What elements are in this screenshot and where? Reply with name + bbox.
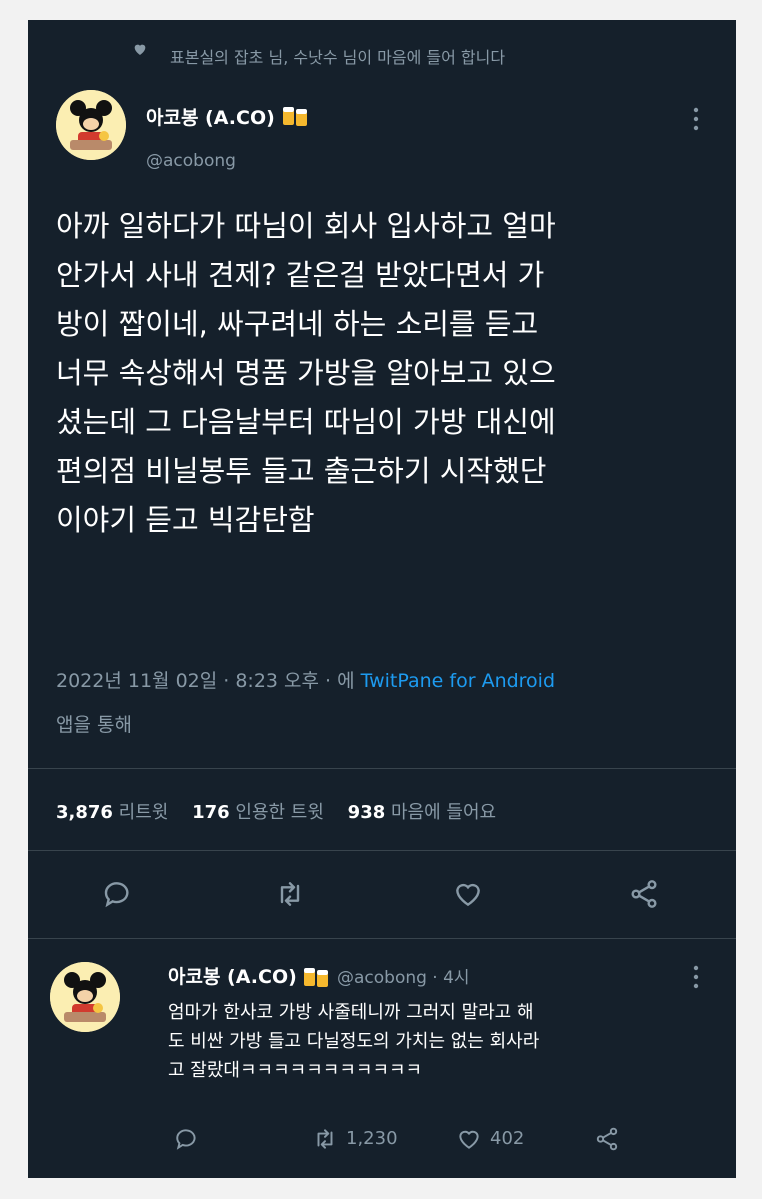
beer-icon — [302, 965, 332, 993]
reply-line: 도 비싼 가방 들고 다닐정도의 가치는 없는 회사라 — [168, 1031, 540, 1052]
reply-more-icon[interactable] — [691, 964, 701, 990]
reply-body: 엄마가 한사코 가방 사줄테니까 그러지 말라고 해 도 비싼 가방 들고 다닐… — [168, 998, 539, 1085]
reply-handle-time[interactable]: @acobong · 4시 — [337, 968, 470, 988]
tweet-stats: 3,876 리트윗 176 인용한 트윗 938 마음에 들어요 — [56, 798, 514, 824]
reply-icon[interactable] — [102, 878, 134, 910]
share-icon[interactable] — [628, 878, 660, 910]
avatar[interactable] — [56, 90, 126, 160]
tweet-line: 너무 속상해서 명품 가방을 알아보고 있으 — [56, 356, 556, 390]
more-icon[interactable] — [691, 106, 701, 132]
reply-reply-icon[interactable] — [174, 1126, 200, 1152]
source-link[interactable]: TwitPane for Android — [361, 670, 555, 692]
divider — [28, 850, 736, 851]
reply-display-name[interactable]: 아코봉 (A.CO) — [168, 966, 297, 988]
retweet-label[interactable]: 리트윗 — [119, 802, 169, 823]
like-label[interactable]: 마음에 들어요 — [391, 802, 496, 823]
tweet-screenshot: 표본실의 잡초 님, 수낫수 님이 마음에 들어 합니다 아코봉 (A.CO) … — [28, 20, 736, 1178]
reply-retweet-count: 1,230 — [346, 1128, 398, 1149]
reply-line: 고 잘랐대ㅋㅋㅋㅋㅋㅋㅋㅋㅋㅋㅋ — [168, 1060, 423, 1081]
reply-line: 엄마가 한사코 가방 사줄테니까 그러지 말라고 해 — [168, 1002, 534, 1023]
tweet-line: 이야기 듣고 빅감탄함 — [56, 503, 315, 537]
divider — [28, 768, 736, 769]
tweet-line: 아까 일하다가 따님이 회사 입사하고 얼마 — [56, 209, 556, 243]
tweet-line: 셨는데 그 다음날부터 따님이 가방 대신에 — [56, 405, 556, 439]
date-text[interactable]: 2022년 11월 02일 · 8:23 오후 · 에 — [56, 670, 361, 692]
tweet-line: 편의점 비닐봉투 들고 출근하기 시작했단 — [56, 454, 547, 488]
reply-header: 아코봉 (A.CO) @acobong · 4시 — [168, 962, 470, 993]
reply-avatar[interactable] — [50, 962, 120, 1032]
beer-icon — [281, 104, 311, 133]
reply-like-count: 402 — [490, 1128, 525, 1149]
quote-count[interactable]: 176 — [192, 802, 230, 823]
retweet-count[interactable]: 3,876 — [56, 802, 113, 823]
tweet-timestamp: 2022년 11월 02일 · 8:23 오후 · 에 TwitPane for… — [56, 666, 555, 693]
handle[interactable]: @acobong — [146, 151, 236, 171]
like-count[interactable]: 938 — [348, 802, 386, 823]
display-name[interactable]: 아코봉 (A.CO) — [146, 103, 311, 133]
source-suffix: 앱을 통해 — [56, 714, 132, 736]
like-icon[interactable] — [452, 878, 484, 910]
tweet-body: 아까 일하다가 따님이 회사 입사하고 얼마 안가서 사내 견제? 같은걸 받았… — [56, 202, 556, 545]
tweet-line: 방이 짭이네, 싸구려네 하는 소리를 듣고 — [56, 307, 539, 341]
heart-icon — [132, 41, 148, 57]
quote-label[interactable]: 인용한 트윗 — [235, 802, 324, 823]
retweet-icon[interactable] — [274, 878, 306, 910]
social-context-text: 표본실의 잡초 님, 수낫수 님이 마음에 들어 합니다 — [170, 48, 506, 67]
tweet-line: 안가서 사내 견제? 같은걸 받았다면서 가 — [56, 258, 545, 292]
reply-retweet-icon[interactable] — [312, 1126, 338, 1152]
divider — [28, 938, 736, 939]
reply-like-icon[interactable] — [456, 1126, 482, 1152]
reply-share-icon[interactable] — [594, 1126, 620, 1152]
